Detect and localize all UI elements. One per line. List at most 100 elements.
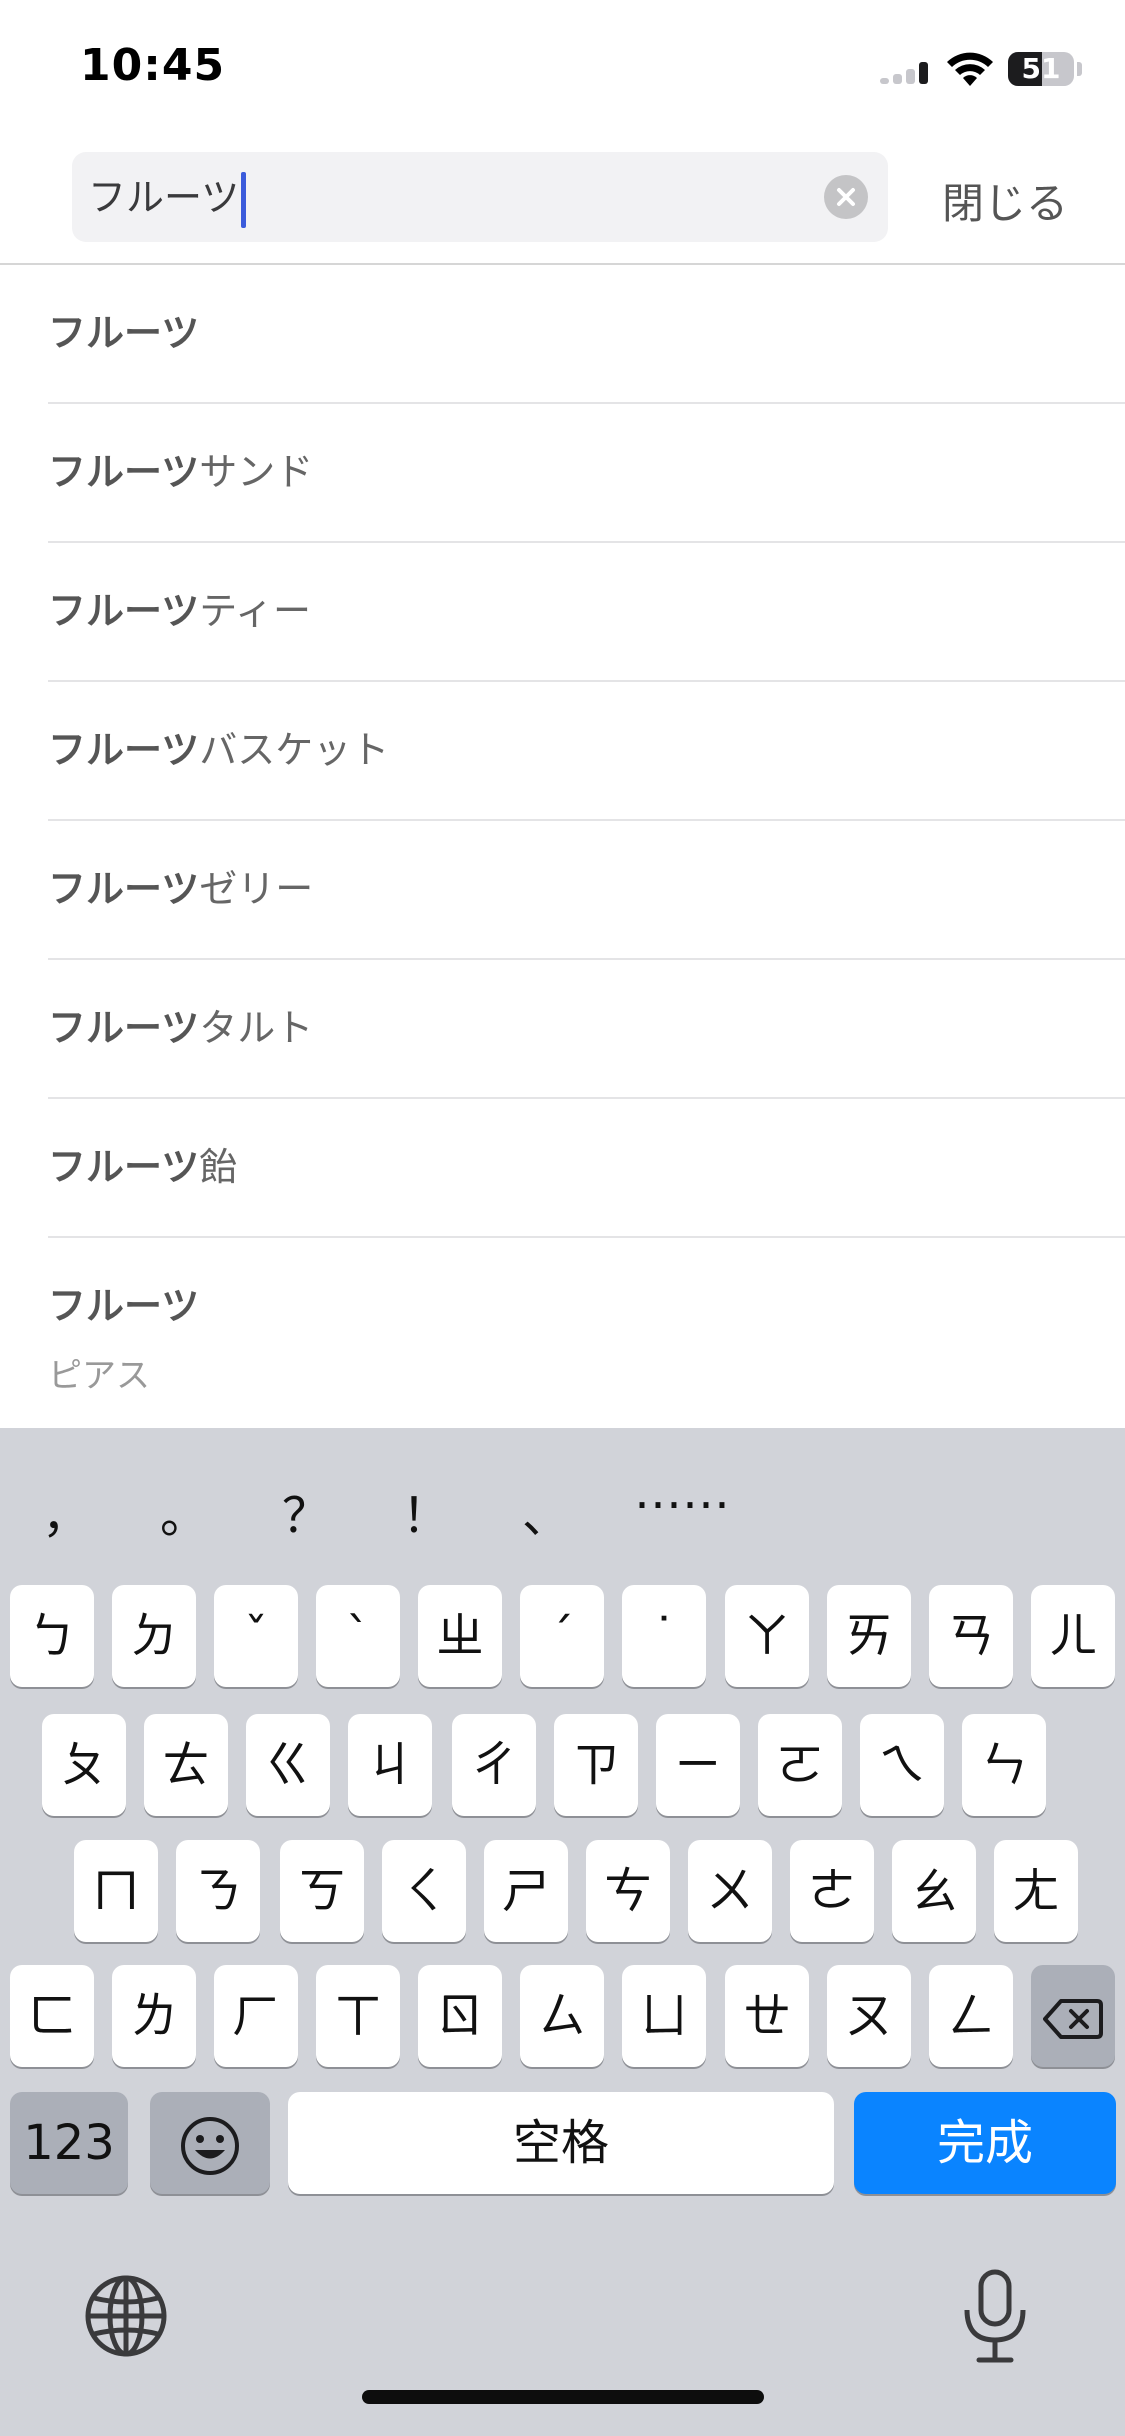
search-field[interactable]: フルーツ: [72, 152, 888, 242]
key-zhuyin[interactable]: ㄦ: [1031, 1585, 1115, 1687]
key-zhuyin[interactable]: ㄋ: [176, 1840, 260, 1942]
key-zhuyin[interactable]: ˋ: [316, 1585, 400, 1687]
done-key[interactable]: 完成: [854, 2092, 1116, 2194]
key-zhuyin[interactable]: ㄡ: [827, 1965, 911, 2067]
key-zhuyin[interactable]: ㄜ: [790, 1840, 874, 1942]
key-zhuyin[interactable]: ㄤ: [994, 1840, 1078, 1942]
key-zhuyin[interactable]: ㄙ: [520, 1965, 604, 2067]
key-zhuyin[interactable]: ㄓ: [418, 1585, 502, 1687]
candidate-punctuation[interactable]: ⋯⋯: [634, 1476, 730, 1532]
suggestion-subtitle: ピアス: [48, 1356, 150, 1396]
status-time: 10:45: [80, 40, 226, 91]
suggestion-text: フルーツゼリー: [48, 866, 313, 912]
key-zhuyin[interactable]: ㄌ: [112, 1965, 196, 2067]
key-zhuyin[interactable]: ㄚ: [725, 1585, 809, 1687]
status-bar: 10:45 51: [0, 0, 1125, 130]
key-zhuyin[interactable]: ㄝ: [725, 1965, 809, 2067]
key-zhuyin[interactable]: ㄒ: [316, 1965, 400, 2067]
suggestion-item[interactable]: フルーツ ピアス: [48, 1238, 1125, 1403]
key-zhuyin[interactable]: ㄑ: [382, 1840, 466, 1942]
key-zhuyin[interactable]: ˊ: [520, 1585, 604, 1687]
key-zhuyin[interactable]: ㄊ: [144, 1714, 228, 1816]
globe-icon[interactable]: [78, 2268, 174, 2364]
key-zhuyin[interactable]: ㄔ: [452, 1714, 536, 1816]
candidate-bar: ， 。 ？ ！ 、 ⋯⋯: [0, 1428, 1125, 1578]
suggestion-item[interactable]: フルーツ飴: [48, 1099, 1125, 1238]
suggestion-item[interactable]: フルーツタルト: [48, 960, 1125, 1099]
key-zhuyin[interactable]: ㄠ: [892, 1840, 976, 1942]
key-zhuyin[interactable]: ㄅ: [10, 1585, 94, 1687]
suggestion-item[interactable]: フルーツティー: [48, 543, 1125, 682]
candidate-punctuation[interactable]: 、: [522, 1476, 570, 1546]
suggestion-match: フルーツ: [48, 1006, 200, 1050]
candidate-punctuation[interactable]: ？: [282, 1476, 330, 1546]
close-button[interactable]: 閉じる: [942, 170, 1068, 231]
key-zhuyin[interactable]: ㄆ: [42, 1714, 126, 1816]
key-zhuyin[interactable]: ㄩ: [622, 1965, 706, 2067]
key-zhuyin[interactable]: ㄛ: [758, 1714, 842, 1816]
clear-x-icon: [837, 188, 855, 206]
emoji-icon[interactable]: [150, 2092, 270, 2194]
key-zhuyin[interactable]: ㄘ: [586, 1840, 670, 1942]
key-zhuyin[interactable]: ㄢ: [929, 1585, 1013, 1687]
key-zhuyin[interactable]: ㄞ: [827, 1585, 911, 1687]
search-input[interactable]: フルーツ: [88, 172, 247, 228]
clear-search-button[interactable]: [824, 175, 868, 219]
key-zhuyin[interactable]: ㄨ: [688, 1840, 772, 1942]
suggestion-completion: 飴: [199, 1145, 238, 1189]
key-zhuyin[interactable]: ㄎ: [280, 1840, 364, 1942]
suggestion-match: フルーツ: [48, 867, 200, 911]
battery-level: 51: [1021, 52, 1061, 85]
suggestion-completion: タルト: [199, 1006, 314, 1050]
suggestion-completion: ティー: [199, 589, 311, 633]
suggestion-list: フルーツ フルーツサンド フルーツティー フルーツバスケット フルーツゼリー フルーツタル…: [0, 265, 1125, 1403]
key-zhuyin[interactable]: ㄣ: [962, 1714, 1046, 1816]
suggestion-match: フルーツ: [48, 450, 200, 494]
key-zhuyin[interactable]: ˙: [622, 1585, 706, 1687]
suggestion-completion: サンド: [199, 450, 314, 494]
key-zhuyin[interactable]: ㄥ: [929, 1965, 1013, 2067]
candidate-punctuation[interactable]: ，: [42, 1476, 90, 1546]
search-header: フルーツ 閉じる: [0, 130, 1125, 265]
key-zhuyin[interactable]: ㄉ: [112, 1585, 196, 1687]
text-caret: [241, 172, 247, 228]
candidate-punctuation[interactable]: 。: [160, 1476, 208, 1546]
key-zhuyin[interactable]: ˇ: [214, 1585, 298, 1687]
key-zhuyin[interactable]: ㄐ: [348, 1714, 432, 1816]
key-zhuyin[interactable]: ㄈ: [10, 1965, 94, 2067]
key-zhuyin[interactable]: ㄖ: [418, 1965, 502, 2067]
key-zhuyin[interactable]: ㄇ: [74, 1840, 158, 1942]
battery-cap: [1077, 62, 1082, 76]
suggestion-item[interactable]: フルーツサンド: [48, 404, 1125, 543]
suggestion-match: フルーツ: [48, 728, 200, 772]
numbers-key[interactable]: 123: [10, 2092, 128, 2194]
suggestion-item[interactable]: フルーツ: [48, 265, 1125, 404]
key-zhuyin[interactable]: ㄧ: [656, 1714, 740, 1816]
search-query: フルーツ: [88, 175, 240, 220]
key-zhuyin[interactable]: ㄕ: [484, 1840, 568, 1942]
wifi-icon: [947, 52, 993, 86]
battery-icon: 51: [1008, 52, 1074, 86]
key-zhuyin[interactable]: ㄗ: [554, 1714, 638, 1816]
suggestion-item[interactable]: フルーツバスケット: [48, 682, 1125, 821]
space-key[interactable]: 空格: [288, 2092, 834, 2194]
suggestion-text: フルーツサンド: [48, 449, 313, 495]
candidate-punctuation[interactable]: ！: [402, 1476, 450, 1546]
suggestion-completion: ゼリー: [199, 867, 314, 911]
home-indicator: [362, 2390, 764, 2404]
suggestion-match: フルーツ: [48, 1284, 200, 1328]
key-zhuyin[interactable]: ㄍ: [246, 1714, 330, 1816]
key-zhuyin[interactable]: ㄟ: [860, 1714, 944, 1816]
suggestion-text: フルーツバスケット: [48, 727, 389, 773]
suggestion-text: フルーツティー: [48, 588, 311, 634]
delete-backspace-icon[interactable]: [1031, 1965, 1115, 2067]
suggestion-completion: バスケット: [199, 728, 390, 772]
suggestion-item[interactable]: フルーツゼリー: [48, 821, 1125, 960]
key-zhuyin[interactable]: ㄏ: [214, 1965, 298, 2067]
suggestion-match: フルーツ: [48, 1145, 200, 1189]
microphone-icon[interactable]: [955, 2266, 1035, 2366]
suggestion-text: フルーツ飴: [48, 1144, 237, 1190]
suggestion-match: フルーツ: [48, 589, 200, 633]
suggestion-text: フルーツ: [48, 1283, 199, 1329]
cellular-signal-icon: [880, 62, 930, 84]
